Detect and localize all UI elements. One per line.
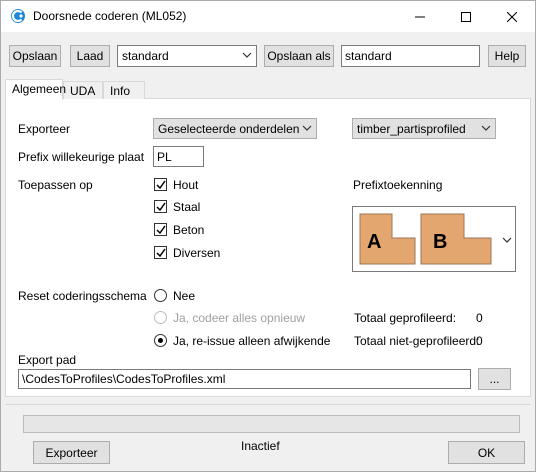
profile-select[interactable]: timber_partisprofiled [352, 118, 496, 139]
profile-select-value: timber_partisprofiled [357, 122, 466, 136]
checkbox-steel-label: Staal [173, 200, 201, 214]
checkmark-icon [156, 248, 166, 258]
export-path-label: Export pad [18, 353, 77, 367]
checkbox-misc[interactable] [154, 246, 167, 259]
checkbox-wood-label: Hout [173, 178, 199, 192]
radio-reissue-deviating[interactable] [154, 334, 167, 347]
save-button[interactable]: Opslaan [9, 45, 61, 67]
minimize-icon [415, 16, 425, 17]
prefix-tile-b-letter: B [433, 231, 448, 253]
maximize-button[interactable] [443, 1, 489, 32]
checkmark-icon [156, 180, 166, 190]
checkmark-icon [156, 202, 166, 212]
export-select-value: Geselecteerde onderdelen [158, 122, 300, 136]
checkbox-wood[interactable] [154, 178, 167, 191]
total-not-profiled-value: 0 [476, 334, 483, 348]
tab-general[interactable]: Algemeen [5, 79, 66, 100]
prefix-input[interactable]: PL [153, 146, 204, 167]
status-text: Inactief [241, 439, 280, 453]
export-button[interactable]: Exporteer [33, 441, 110, 464]
export-select[interactable]: Geselecteerde onderdelen [153, 118, 317, 139]
total-not-profiled-label: Totaal niet-geprofileerd: [354, 334, 480, 348]
ok-button[interactable]: OK [448, 441, 525, 464]
minimize-button[interactable] [397, 1, 443, 32]
prefix-assignment-select[interactable]: A B [352, 206, 516, 272]
tab-uda[interactable]: UDA [63, 81, 103, 99]
app-logo-icon [11, 9, 25, 23]
radio-selected-dot [158, 338, 163, 343]
total-profiled-value: 0 [476, 311, 483, 325]
radio-no-label: Nee [173, 289, 196, 303]
load-button[interactable]: Laad [70, 45, 110, 67]
maximize-icon [461, 11, 471, 22]
footer-separator [5, 404, 531, 405]
preset-select[interactable]: standard [117, 45, 257, 67]
radio-recode-all-label: Ja, codeer alles opnieuw [173, 311, 306, 325]
total-profiled-label: Totaal geprofileerd: [354, 311, 457, 325]
checkbox-misc-label: Diversen [173, 246, 221, 260]
prefix-tile-b-icon [420, 213, 492, 265]
apply-to-label: Toepassen op [18, 178, 93, 192]
checkmark-icon [156, 225, 166, 235]
chevron-down-icon [242, 52, 252, 58]
browse-button[interactable]: ... [478, 368, 511, 390]
radio-no[interactable] [154, 289, 167, 302]
checkbox-concrete[interactable] [154, 223, 167, 236]
reset-scheme-label: Reset coderingsschema [18, 289, 147, 303]
save-as-button[interactable]: Opslaan als [264, 45, 334, 67]
title-bar: Doorsnede coderen (ML052) [1, 1, 535, 32]
dialog-window: Doorsnede coderen (ML052) Opslaan Laad s… [0, 0, 536, 472]
chevron-down-icon [502, 237, 512, 243]
help-button[interactable]: Help [488, 45, 526, 67]
prefix-label: Prefix willekeurige plaat [18, 150, 145, 164]
save-as-name-input[interactable]: standard [341, 45, 480, 67]
export-path-input[interactable]: \CodesToProfiles\CodesToProfiles.xml [18, 369, 471, 389]
export-progress-bar [23, 415, 520, 433]
prefix-assignment-label: Prefixtoekenning [353, 178, 443, 192]
window-title: Doorsnede coderen (ML052) [33, 9, 187, 23]
close-icon [507, 11, 517, 22]
export-label: Exporteer [18, 122, 71, 136]
chevron-down-icon [302, 125, 312, 131]
checkbox-steel[interactable] [154, 200, 167, 213]
tab-info[interactable]: Info [103, 81, 145, 99]
radio-reissue-deviating-label: Ja, re-issue alleen afwijkende [173, 334, 331, 348]
close-button[interactable] [489, 1, 535, 32]
radio-recode-all[interactable] [154, 311, 167, 324]
prefix-tile-a-letter: A [367, 231, 382, 253]
preset-select-value: standard [122, 49, 169, 63]
checkbox-concrete-label: Beton [173, 223, 205, 237]
chevron-down-icon [481, 125, 491, 131]
